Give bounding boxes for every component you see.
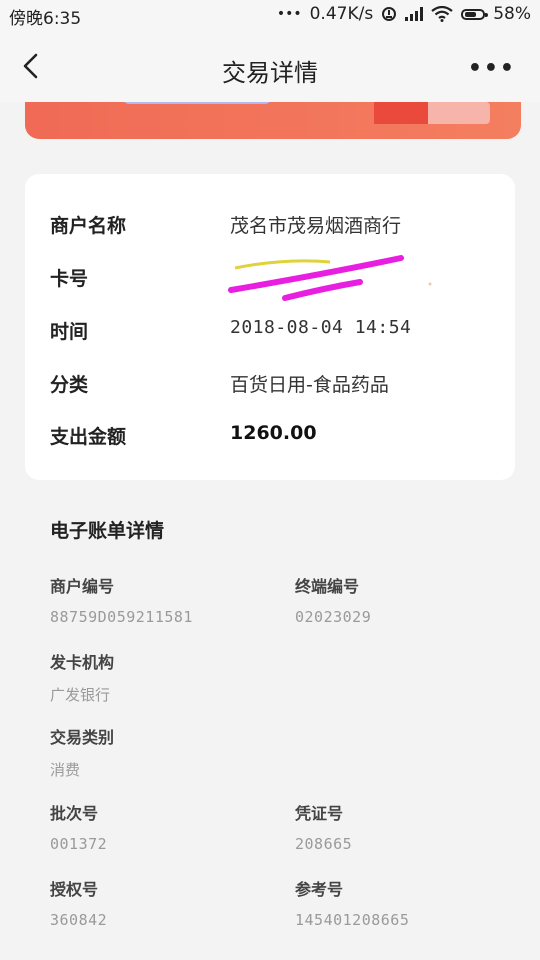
- merchant-value: 茂名市茂易烟酒商行: [230, 215, 402, 237]
- amount-value: 1260.00: [230, 422, 317, 444]
- terminal-number-value: 02023029: [295, 608, 372, 626]
- status-dots: •••: [276, 6, 302, 22]
- transaction-detail-card: 商户名称 茂名市茂易烟酒商行 卡号 时间 2018-08-04 14:54 分类…: [25, 174, 515, 480]
- terminal-number-field: 终端编号 02023029: [295, 573, 515, 626]
- transaction-type-label: 交易类别: [50, 728, 115, 747]
- issuer-value: 广发银行: [50, 686, 111, 704]
- more-icon[interactable]: •••: [468, 56, 516, 81]
- issuer-field: 发卡机构 广发银行: [50, 649, 270, 705]
- page-title: 交易详情: [222, 59, 318, 87]
- category-row: 分类 百货日用-食品药品: [50, 370, 490, 400]
- card-number-label: 卡号: [50, 268, 89, 290]
- amount-label: 支出金额: [50, 426, 127, 448]
- time-value: 2018-08-04 14:54: [230, 317, 412, 338]
- batch-number-value: 001372: [50, 835, 108, 853]
- reference-number-label: 参考号: [295, 880, 344, 899]
- auth-number-label: 授权号: [50, 880, 99, 899]
- transaction-type-field: 交易类别 消费: [50, 724, 270, 780]
- wifi-icon: [431, 6, 453, 22]
- issuer-label: 发卡机构: [50, 653, 115, 672]
- status-time: 傍晚6:35: [9, 9, 82, 29]
- reference-number-field: 参考号 145401208665: [295, 876, 515, 929]
- signal-icon: [405, 7, 424, 21]
- voucher-number-value: 208665: [295, 835, 353, 853]
- category-label: 分类: [50, 374, 89, 396]
- battery-level: 58%: [493, 4, 531, 24]
- merchant-number-label: 商户编号: [50, 577, 115, 596]
- merchant-label: 商户名称: [50, 215, 127, 237]
- amount-row: 支出金额 1260.00: [50, 422, 490, 452]
- redacted-card-number: [228, 255, 432, 301]
- merchant-number-field: 商户编号 88759D059211581: [50, 573, 270, 626]
- net-speed: 0.47K/s: [309, 4, 374, 24]
- terminal-number-label: 终端编号: [295, 577, 360, 596]
- auth-number-field: 授权号 360842: [50, 876, 270, 929]
- battery-icon: [461, 8, 489, 20]
- voucher-number-field: 凭证号 208665: [295, 800, 515, 853]
- category-value: 百货日用-食品药品: [230, 374, 389, 396]
- time-label: 时间: [50, 321, 89, 343]
- batch-number-field: 批次号 001372: [50, 800, 270, 853]
- voucher-number-label: 凭证号: [295, 804, 344, 823]
- auth-number-value: 360842: [50, 911, 108, 929]
- card-number-row: 卡号: [50, 255, 490, 301]
- reference-number-value: 145401208665: [295, 911, 410, 929]
- bank-card-banner: [25, 102, 521, 139]
- data-sync-icon: [382, 7, 397, 21]
- status-bar: 傍晚6:35 ••• 0.47K/s 58%: [0, 0, 540, 30]
- status-right: ••• 0.47K/s 58%: [277, 4, 531, 24]
- title-bar: 交易详情 •••: [0, 30, 540, 102]
- transaction-type-value: 消费: [50, 761, 81, 779]
- time-row: 时间 2018-08-04 14:54: [50, 317, 490, 347]
- ebill-title: 电子账单详情: [50, 520, 165, 542]
- banner-pill: [123, 102, 271, 104]
- merchant-row: 商户名称 茂名市茂易烟酒商行: [50, 211, 490, 241]
- merchant-number-value: 88759D059211581: [50, 608, 193, 626]
- card-image-accent: [374, 102, 428, 124]
- batch-number-label: 批次号: [50, 804, 99, 823]
